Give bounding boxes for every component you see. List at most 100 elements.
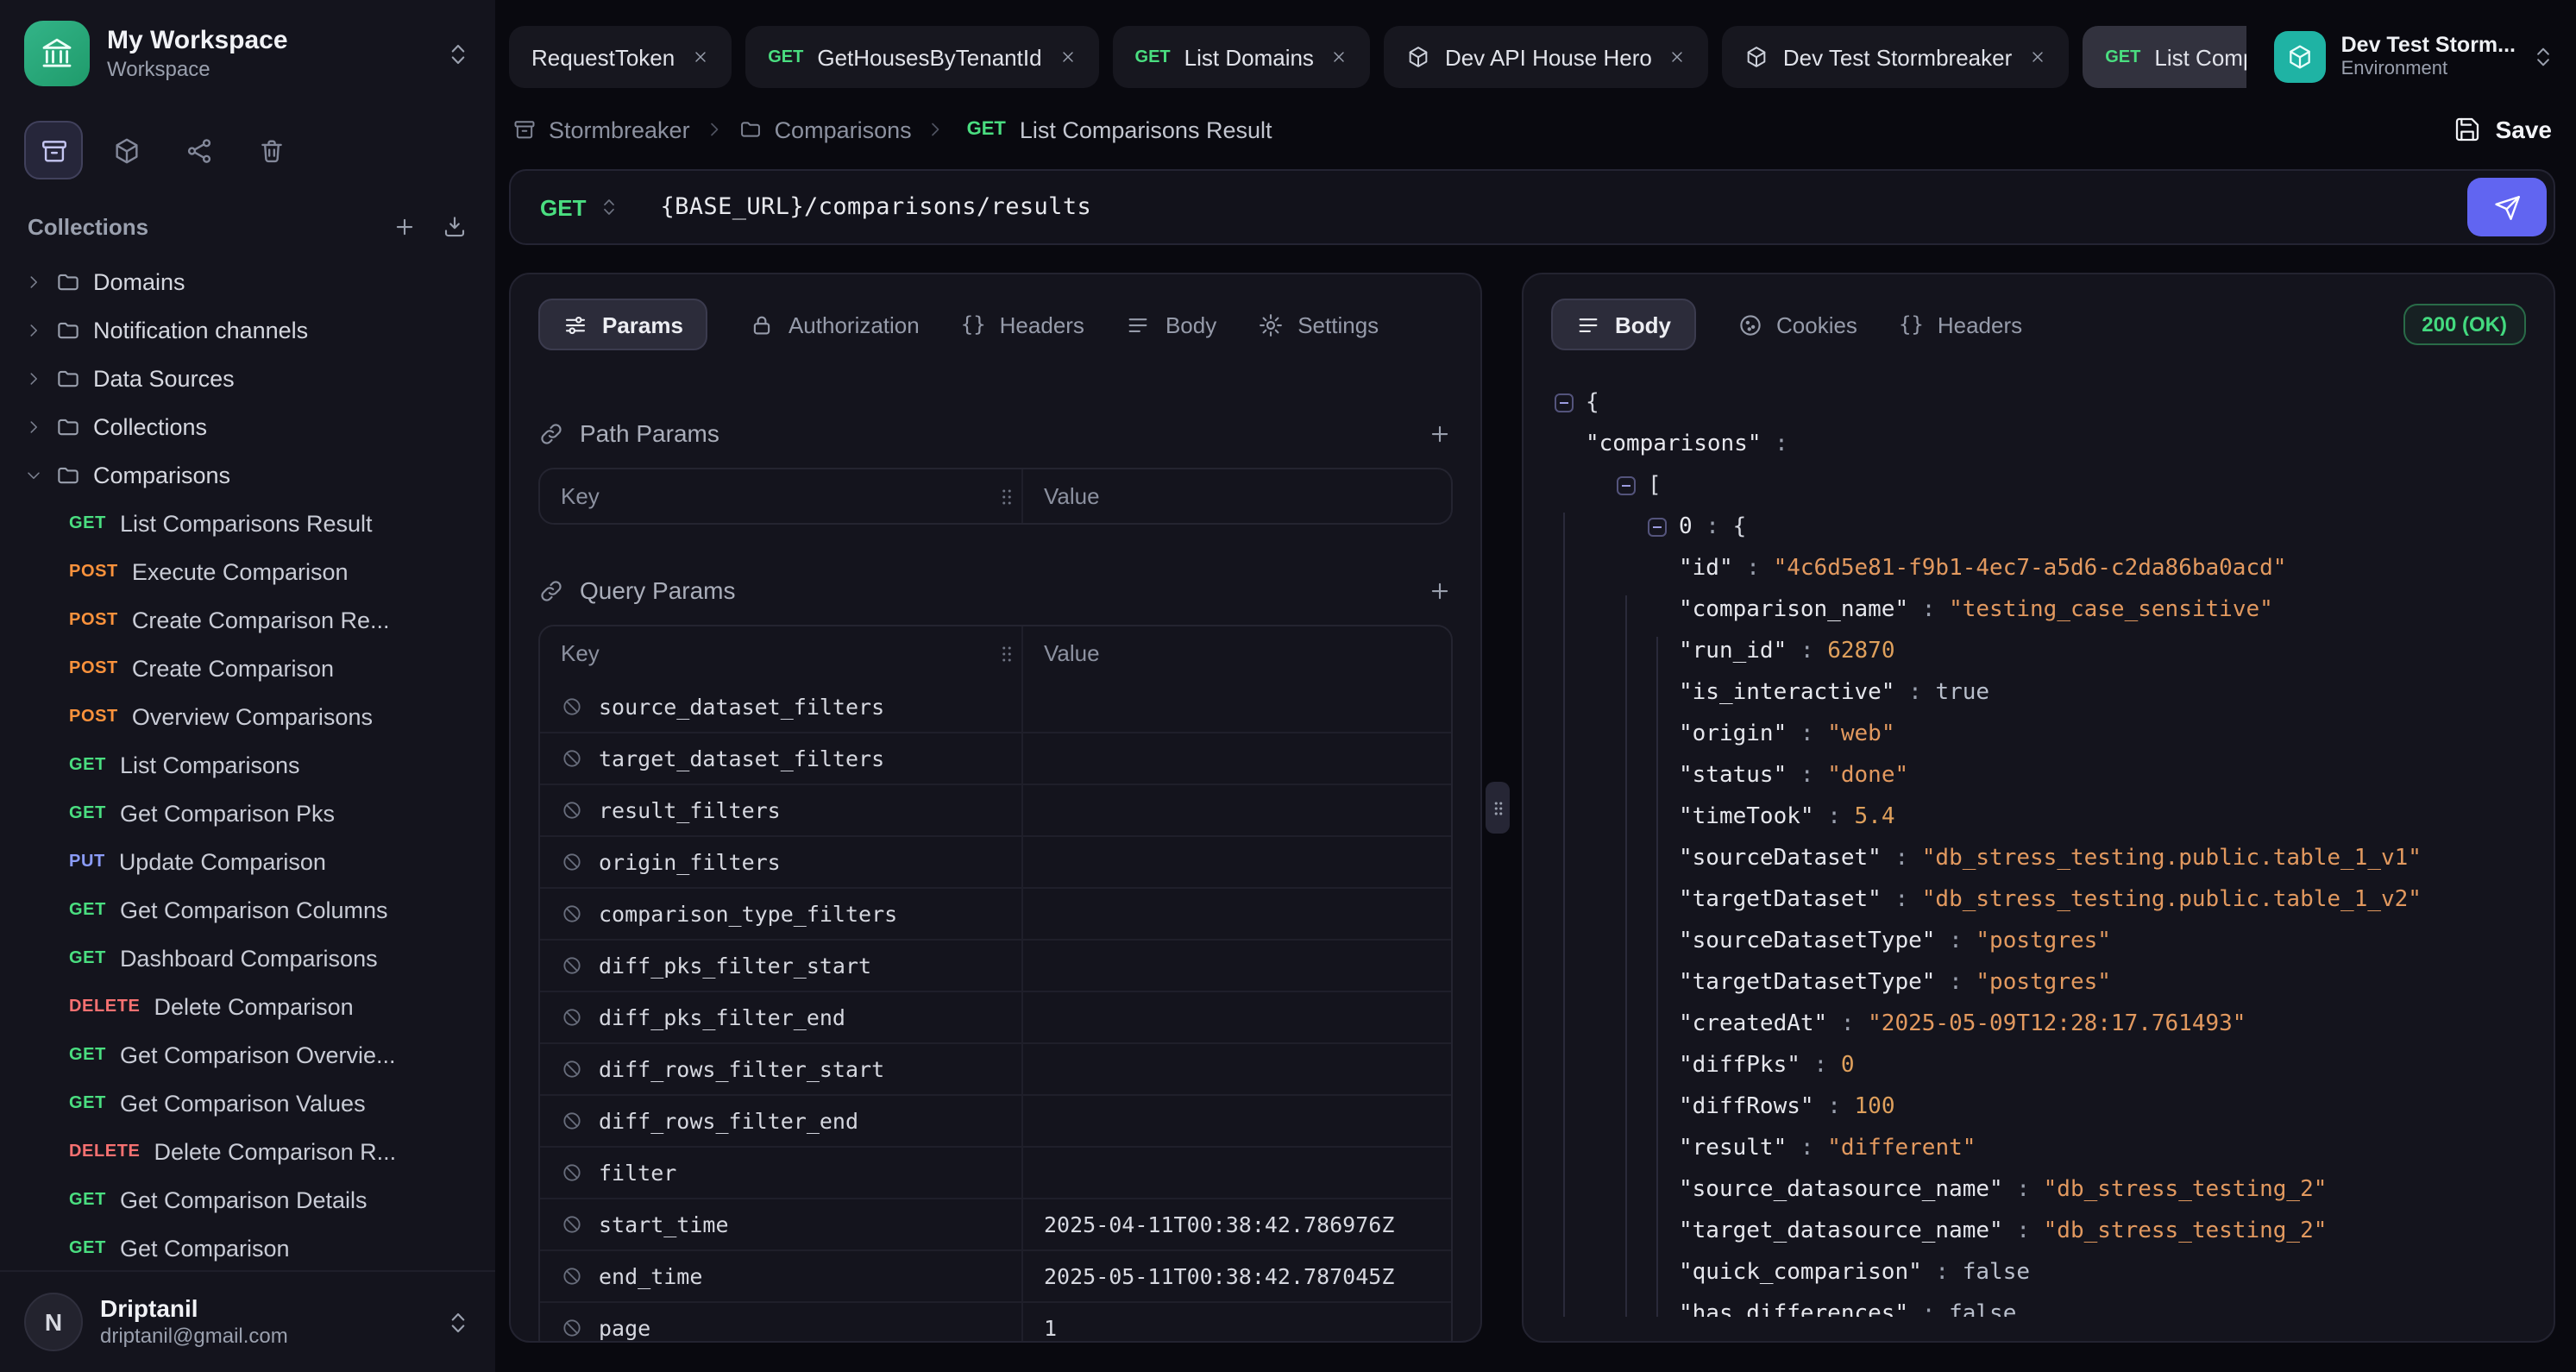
indent-guide: [1563, 513, 1565, 1317]
nav-flows-button[interactable]: [169, 121, 228, 179]
tree-request-item[interactable]: DELETE Delete Comparison: [14, 982, 481, 1030]
tree-request-item[interactable]: GET Get Comparison Details: [14, 1175, 481, 1224]
param-key[interactable]: source_dataset_filters: [599, 693, 884, 719]
close-tab-icon[interactable]: [1669, 48, 1687, 66]
save-button[interactable]: Save: [2454, 116, 2552, 143]
sidebar-nav: [0, 100, 495, 186]
json-token: :: [2003, 1176, 2044, 1202]
param-value[interactable]: 2025-04-11T00:38:42.786976Z: [1023, 1212, 1451, 1237]
query-param-row[interactable]: start_time 2025-04-11T00:38:42.786976Z: [540, 1198, 1451, 1249]
query-param-row[interactable]: diff_pks_filter_start: [540, 939, 1451, 991]
query-param-row[interactable]: diff_rows_filter_start: [540, 1042, 1451, 1094]
drag-handle-icon[interactable]: [996, 642, 1018, 664]
tree-request-item[interactable]: POST Create Comparison: [14, 644, 481, 692]
tree-request-item[interactable]: GET Get Comparison Values: [14, 1079, 481, 1127]
request-tab[interactable]: GETGetHousesByTenantId: [745, 26, 1098, 88]
tree-folder-item[interactable]: Domains: [14, 257, 481, 305]
workspace-switcher[interactable]: My Workspace Workspace: [0, 0, 495, 100]
param-key[interactable]: start_time: [599, 1212, 729, 1237]
breadcrumb-collection[interactable]: Stormbreaker: [512, 116, 690, 142]
nav-environments-button[interactable]: [97, 121, 155, 179]
environment-tab[interactable]: Dev API House Hero: [1385, 26, 1709, 88]
tree-folder-item[interactable]: Notification channels: [14, 305, 481, 354]
param-key[interactable]: diff_rows_filter_end: [599, 1108, 858, 1134]
query-param-row[interactable]: comparison_type_filters: [540, 887, 1451, 939]
tree-request-item[interactable]: POST Overview Comparisons: [14, 692, 481, 740]
tab-authorization[interactable]: Authorization: [749, 299, 920, 350]
tree-folder-item[interactable]: Data Sources: [14, 354, 481, 402]
import-collection-icon[interactable]: [442, 214, 468, 240]
query-param-row[interactable]: source_dataset_filters: [540, 680, 1451, 732]
close-tab-icon[interactable]: [692, 48, 709, 66]
close-tab-icon[interactable]: [1059, 48, 1077, 66]
drag-handle-icon[interactable]: [996, 485, 1018, 507]
json-line: "diffPks" : 0: [1555, 1044, 2526, 1086]
param-key[interactable]: diff_pks_filter_end: [599, 1004, 845, 1030]
close-tab-icon[interactable]: [1331, 48, 1348, 66]
tree-request-item[interactable]: GET List Comparisons Result: [14, 499, 481, 547]
param-key[interactable]: filter: [599, 1160, 676, 1186]
query-param-row[interactable]: filter: [540, 1146, 1451, 1198]
json-token: "db_stress_testing.public.table_1_v2": [1922, 886, 2422, 912]
param-key[interactable]: diff_rows_filter_start: [599, 1056, 884, 1082]
tree-request-item[interactable]: PUT Update Comparison: [14, 837, 481, 885]
query-param-row[interactable]: end_time 2025-05-11T00:38:42.787045Z: [540, 1249, 1451, 1301]
tree-request-item[interactable]: GET Get Comparison Overvie...: [14, 1030, 481, 1079]
environment-selector[interactable]: Dev Test Storm... Environment: [2246, 22, 2555, 91]
method-select[interactable]: GET: [518, 178, 639, 236]
send-button[interactable]: [2467, 178, 2547, 236]
query-param-row[interactable]: target_dataset_filters: [540, 732, 1451, 784]
query-param-row[interactable]: page 1: [540, 1301, 1451, 1343]
param-key[interactable]: target_dataset_filters: [599, 746, 884, 771]
param-key[interactable]: origin_filters: [599, 849, 781, 875]
add-collection-icon[interactable]: [392, 214, 418, 240]
tree-folder-item[interactable]: Comparisons: [14, 450, 481, 499]
request-tab[interactable]: RequestToken: [509, 26, 732, 88]
param-key[interactable]: end_time: [599, 1263, 702, 1289]
param-value[interactable]: 2025-05-11T00:38:42.787045Z: [1023, 1263, 1451, 1289]
tree-request-item[interactable]: POST Create Comparison Re...: [14, 595, 481, 644]
query-param-row[interactable]: diff_rows_filter_end: [540, 1094, 1451, 1146]
collapse-toggle-icon[interactable]: [1555, 393, 1586, 412]
url-input[interactable]: {BASE_URL}/comparisons/results: [639, 193, 2467, 221]
param-key[interactable]: diff_pks_filter_start: [599, 953, 871, 979]
nav-trash-button[interactable]: [242, 121, 300, 179]
tree-request-item[interactable]: GET List Comparisons: [14, 740, 481, 789]
add-query-param-button[interactable]: [1427, 577, 1453, 603]
tab-settings[interactable]: Settings: [1258, 299, 1379, 350]
breadcrumb-folder[interactable]: Comparisons: [738, 116, 912, 142]
param-key[interactable]: page: [599, 1315, 650, 1341]
account-switcher[interactable]: N Driptanil driptanil@gmail.com: [0, 1270, 495, 1372]
json-token: false: [1949, 1300, 2016, 1317]
tab-headers[interactable]: {}Headers: [961, 299, 1084, 350]
tree-request-item[interactable]: GET Get Comparison Columns: [14, 885, 481, 934]
add-path-param-button[interactable]: [1427, 420, 1453, 446]
request-tab[interactable]: GETList Domains: [1113, 26, 1371, 88]
close-tab-icon[interactable]: [2029, 48, 2046, 66]
tree-request-item[interactable]: GET Dashboard Comparisons: [14, 934, 481, 982]
tab-body[interactable]: Body: [1551, 299, 1695, 350]
tab-headers[interactable]: {}Headers: [1899, 299, 2022, 350]
param-value[interactable]: 1: [1023, 1315, 1451, 1341]
collapse-toggle-icon[interactable]: [1617, 475, 1648, 494]
tab-body[interactable]: Body: [1126, 299, 1216, 350]
query-param-row[interactable]: result_filters: [540, 784, 1451, 835]
tree-request-item[interactable]: POST Execute Comparison: [14, 547, 481, 595]
panel-resize-handle[interactable]: [1486, 782, 1510, 834]
tree-request-item[interactable]: DELETE Delete Comparison R...: [14, 1127, 481, 1175]
tree-folder-item[interactable]: Collections: [14, 402, 481, 450]
query-param-row[interactable]: origin_filters: [540, 835, 1451, 887]
query-param-row[interactable]: diff_pks_filter_end: [540, 991, 1451, 1042]
folder-label: Comparisons: [93, 462, 230, 488]
tree-request-item[interactable]: GET Get Comparison Pks: [14, 789, 481, 837]
chevron-right-icon: [24, 272, 43, 291]
tab-cookies[interactable]: Cookies: [1737, 299, 1857, 350]
collapse-toggle-icon[interactable]: [1648, 517, 1679, 536]
nav-collections-button[interactable]: [24, 121, 83, 179]
environment-tab[interactable]: Dev Test Stormbreaker: [1723, 26, 2069, 88]
tree-request-item[interactable]: GET Get Comparison: [14, 1224, 481, 1270]
tab-params[interactable]: Params: [538, 299, 707, 350]
json-token: "comparisons": [1586, 431, 1762, 456]
param-key[interactable]: result_filters: [599, 797, 781, 823]
param-key[interactable]: comparison_type_filters: [599, 901, 897, 927]
